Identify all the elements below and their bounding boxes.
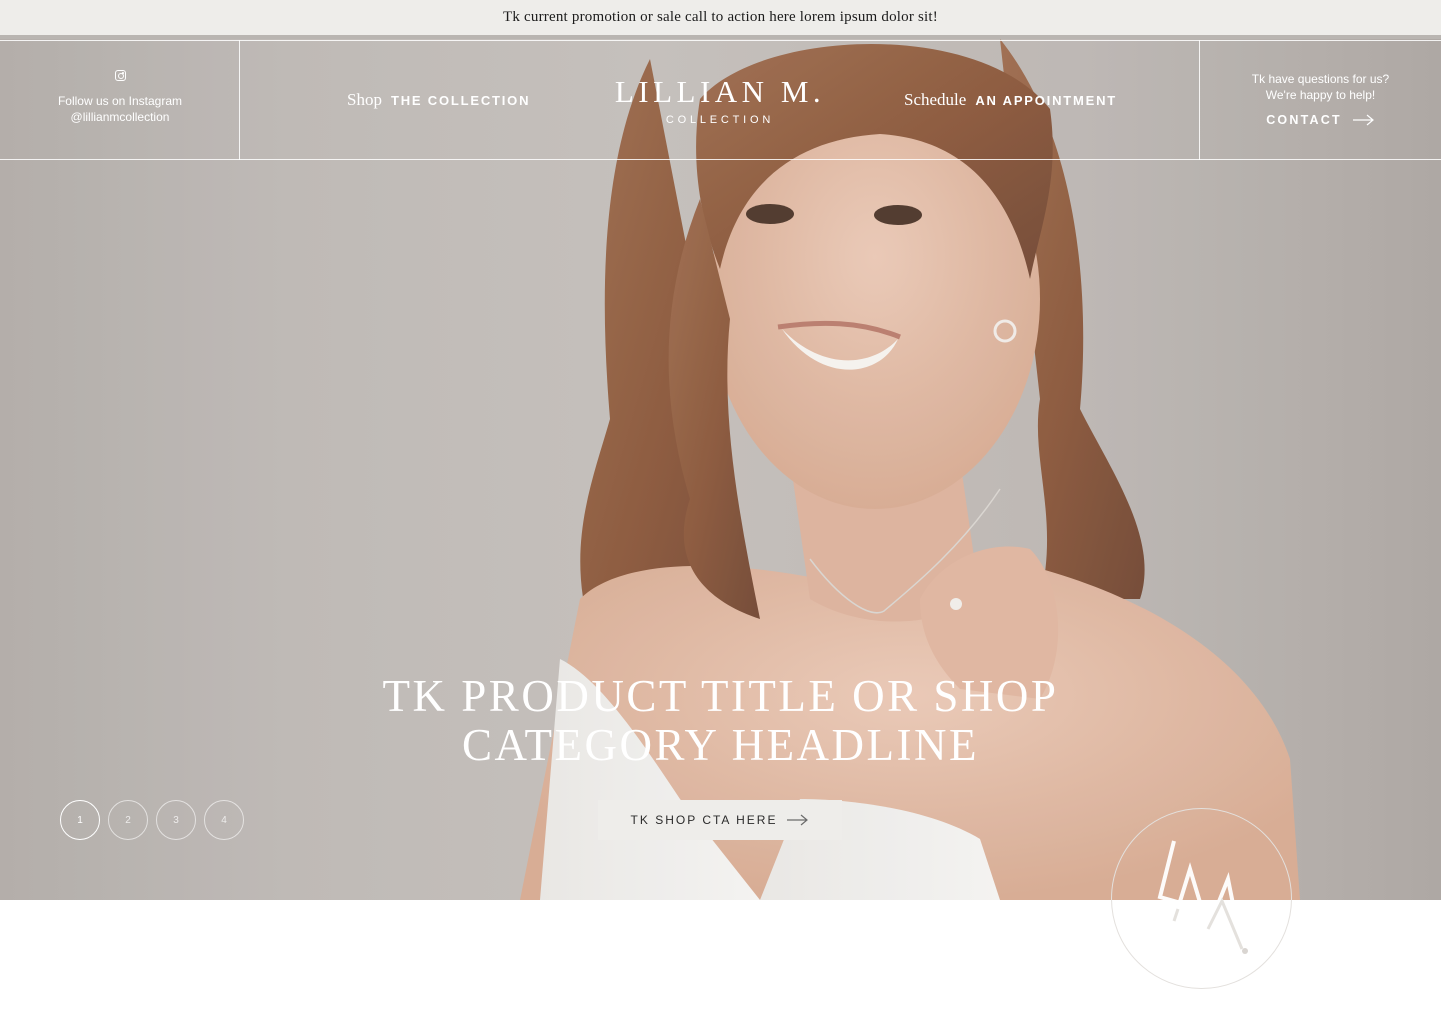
instagram-follow-label[interactable]: Follow us on Instagram: [58, 93, 182, 109]
nav-shop-collection[interactable]: Shop THE COLLECTION: [347, 40, 530, 160]
arrow-right-icon[interactable]: [1352, 114, 1375, 126]
site-header: Follow us on Instagram @lillianmcollecti…: [0, 40, 1441, 160]
brand-logo[interactable]: LILLIAN M. COLLECTION: [570, 40, 870, 160]
logo-subtitle[interactable]: COLLECTION: [666, 114, 774, 126]
promo-bar: Tk current promotion or sale call to act…: [0, 0, 1441, 35]
contact-help-text: We're happy to help!: [1265, 88, 1376, 102]
arrow-right-icon: [787, 814, 809, 826]
instagram-handle[interactable]: @lillianmcollection: [71, 109, 170, 125]
instagram-icon[interactable]: [114, 70, 126, 81]
nav-shop-script[interactable]: Shop: [347, 90, 382, 110]
nav-shop-label[interactable]: THE COLLECTION: [391, 93, 530, 108]
instagram-block[interactable]: Follow us on Instagram @lillianmcollecti…: [0, 40, 240, 160]
slide-dot-3[interactable]: 3: [156, 800, 196, 840]
hero-model-photo: [0, 39, 1441, 900]
hero-section: [0, 39, 1441, 900]
slide-dot-1[interactable]: 1: [60, 800, 100, 840]
nav-schedule-script[interactable]: Schedule: [904, 90, 966, 110]
slide-dot-2[interactable]: 2: [108, 800, 148, 840]
hero-headline-line-2: CATEGORY HEADLINE: [461, 720, 980, 770]
hero-headline: TK PRODUCT TITLE OR SHOP CATEGORY HEADLI…: [0, 672, 1441, 770]
hero-headline-line-1: TK PRODUCT TITLE OR SHOP: [382, 671, 1059, 721]
monogram-logo-icon: [1157, 840, 1248, 954]
contact-question: Tk have questions for us?: [1251, 72, 1390, 86]
nav-schedule-appointment[interactable]: Schedule AN APPOINTMENT: [904, 40, 1117, 160]
logo-wordmark[interactable]: LILLIAN M.: [615, 76, 825, 108]
slide-dot-4[interactable]: 4: [204, 800, 244, 840]
slide-pagination: 1 2 3 4: [60, 800, 244, 840]
contact-block: Tk have questions for us? We're happy to…: [1200, 40, 1441, 160]
promo-text[interactable]: Tk current promotion or sale call to act…: [503, 9, 938, 26]
contact-link-label[interactable]: CONTACT: [1266, 113, 1342, 127]
shop-cta-label[interactable]: TK SHOP CTA HERE: [631, 813, 778, 827]
nav-schedule-label[interactable]: AN APPOINTMENT: [975, 93, 1117, 108]
shop-cta-button[interactable]: TK SHOP CTA HERE: [598, 800, 842, 840]
contact-link[interactable]: CONTACT: [1266, 113, 1375, 127]
monogram-badge: [1111, 808, 1292, 989]
